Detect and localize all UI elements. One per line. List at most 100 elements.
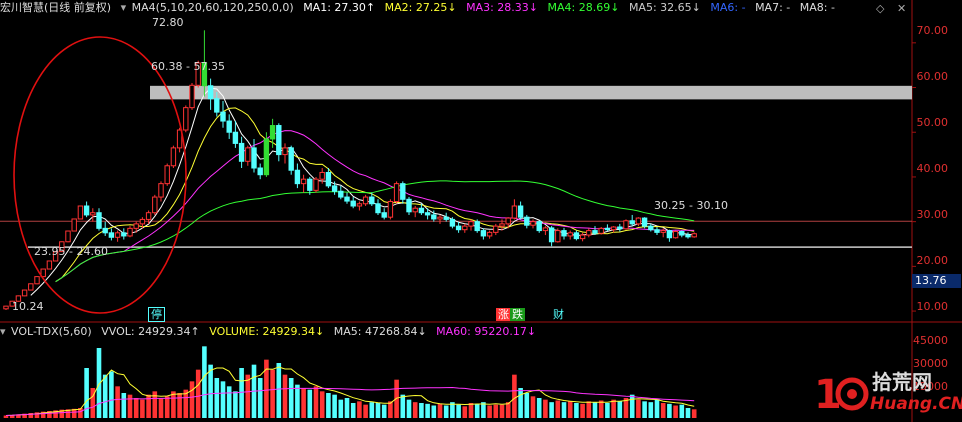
candle-body xyxy=(325,171,332,187)
candle-body xyxy=(121,232,127,237)
financial-report-marker[interactable]: 财 xyxy=(551,308,566,321)
volume-bar xyxy=(332,394,337,418)
volume-bar xyxy=(164,396,170,418)
candle-body xyxy=(561,230,567,237)
volume-bar xyxy=(109,371,114,418)
volume-bar xyxy=(412,402,418,418)
volume-bar xyxy=(660,403,666,418)
volume-bar xyxy=(177,393,182,418)
candle-body xyxy=(245,147,251,162)
volume-bar xyxy=(301,388,306,418)
volume-bar xyxy=(115,386,120,418)
volume-bar xyxy=(468,403,474,418)
candle-body xyxy=(77,205,84,220)
candle-body xyxy=(462,225,468,231)
volume-bar xyxy=(171,391,176,418)
indicator-name[interactable]: MA4(5,10,20,60,120,250,0,0) xyxy=(132,1,294,14)
volume-bar xyxy=(295,384,300,418)
candle-body xyxy=(46,260,53,270)
candle-body xyxy=(511,205,518,219)
limit-up-marker[interactable]: 涨 xyxy=(496,308,511,321)
volume-bar xyxy=(555,400,561,418)
candle-body xyxy=(65,230,71,243)
vol-indicator-name[interactable]: VOL-TDX(5,60) xyxy=(11,325,92,338)
candle-body xyxy=(623,220,629,230)
candle-body xyxy=(505,217,511,225)
candle-body xyxy=(555,230,561,243)
price-axis-label: 40.00 xyxy=(916,162,949,175)
ma-dropdown-icon[interactable]: ▾ xyxy=(121,1,127,14)
resistance-zone xyxy=(150,85,912,100)
candle-body xyxy=(133,223,139,229)
candle-body xyxy=(660,230,666,233)
candle-body xyxy=(375,203,381,214)
ma1-value: MA1: 27.30↑ xyxy=(303,1,376,14)
high-price-label: 72.80 xyxy=(152,16,184,29)
price-axis-label: 60.00 xyxy=(916,70,949,83)
volume-bar xyxy=(102,374,108,418)
volume-bar xyxy=(474,403,480,418)
candle-body xyxy=(276,125,282,156)
candle-body xyxy=(617,226,623,230)
candle-body xyxy=(672,230,679,239)
candle-body xyxy=(83,205,90,216)
candle-body xyxy=(431,214,437,220)
diamond-icon[interactable]: ◇ xyxy=(876,2,884,15)
candle-body xyxy=(21,289,28,297)
candle-body xyxy=(102,227,108,234)
candle-body xyxy=(3,305,9,310)
candle-body xyxy=(666,230,673,239)
candle-body xyxy=(548,227,555,243)
ma7-value: MA7: - xyxy=(755,1,791,14)
volume-bar xyxy=(276,363,282,418)
volume-bar xyxy=(388,401,393,418)
volume-bar xyxy=(158,398,164,418)
candle-body xyxy=(685,234,691,238)
candle-body xyxy=(139,218,146,225)
close-icon[interactable]: ✕ xyxy=(897,2,906,15)
volume-bar xyxy=(567,401,573,418)
limit-down-marker[interactable]: 跌 xyxy=(510,308,525,321)
candle-body xyxy=(369,196,375,205)
ma2-value: MA2: 27.25↓ xyxy=(384,1,457,14)
volume-bar xyxy=(636,399,641,418)
candle-body xyxy=(381,212,387,218)
candle-body xyxy=(220,111,226,122)
candle-body xyxy=(127,227,133,237)
candle-body xyxy=(524,216,530,226)
candle-body xyxy=(226,120,232,133)
ma20-line xyxy=(55,130,695,283)
price-header: 宏川智慧(日线 前复权) ▾ MA4(5,10,20,60,120,250,0,… xyxy=(0,0,841,16)
volume-bar xyxy=(350,403,356,418)
volume-bar xyxy=(574,403,579,418)
volume-bar xyxy=(629,394,635,418)
candle-body xyxy=(654,229,660,233)
stock-title: 宏川智慧(日线 前复权) xyxy=(0,1,112,14)
kline-chart-canvas[interactable] xyxy=(0,0,962,422)
price-axis-label: 70.00 xyxy=(916,24,949,37)
candle-body xyxy=(189,84,195,109)
candle-body xyxy=(610,226,617,231)
volume-axis-label: 45000 xyxy=(913,334,948,347)
candle-body xyxy=(629,220,635,225)
highlight-ellipse xyxy=(13,36,187,314)
volume-bar xyxy=(257,378,263,418)
candle-body xyxy=(344,196,350,202)
volume-header: ▾ VOL-TDX(5,60) VVOL: 24929.34↑ VOLUME: … xyxy=(0,324,542,340)
volume-bar xyxy=(214,378,220,418)
vol-dropdown-icon[interactable]: ▾ xyxy=(0,325,6,338)
candle-body xyxy=(90,212,96,216)
candle-body xyxy=(493,225,499,233)
volume-bar xyxy=(400,394,406,418)
volume-bar xyxy=(685,408,691,418)
candle-body xyxy=(152,196,158,214)
candle-body xyxy=(319,171,325,180)
vol-ma60-value: MA60: 95220.17↓ xyxy=(436,325,537,338)
suspension-marker[interactable]: 停 xyxy=(148,307,165,322)
volume-bar xyxy=(369,402,375,418)
candle-body xyxy=(567,232,573,237)
candle-body xyxy=(536,221,542,232)
candle-body xyxy=(468,221,474,227)
candle-body xyxy=(232,131,239,144)
volume-bar xyxy=(189,381,195,418)
